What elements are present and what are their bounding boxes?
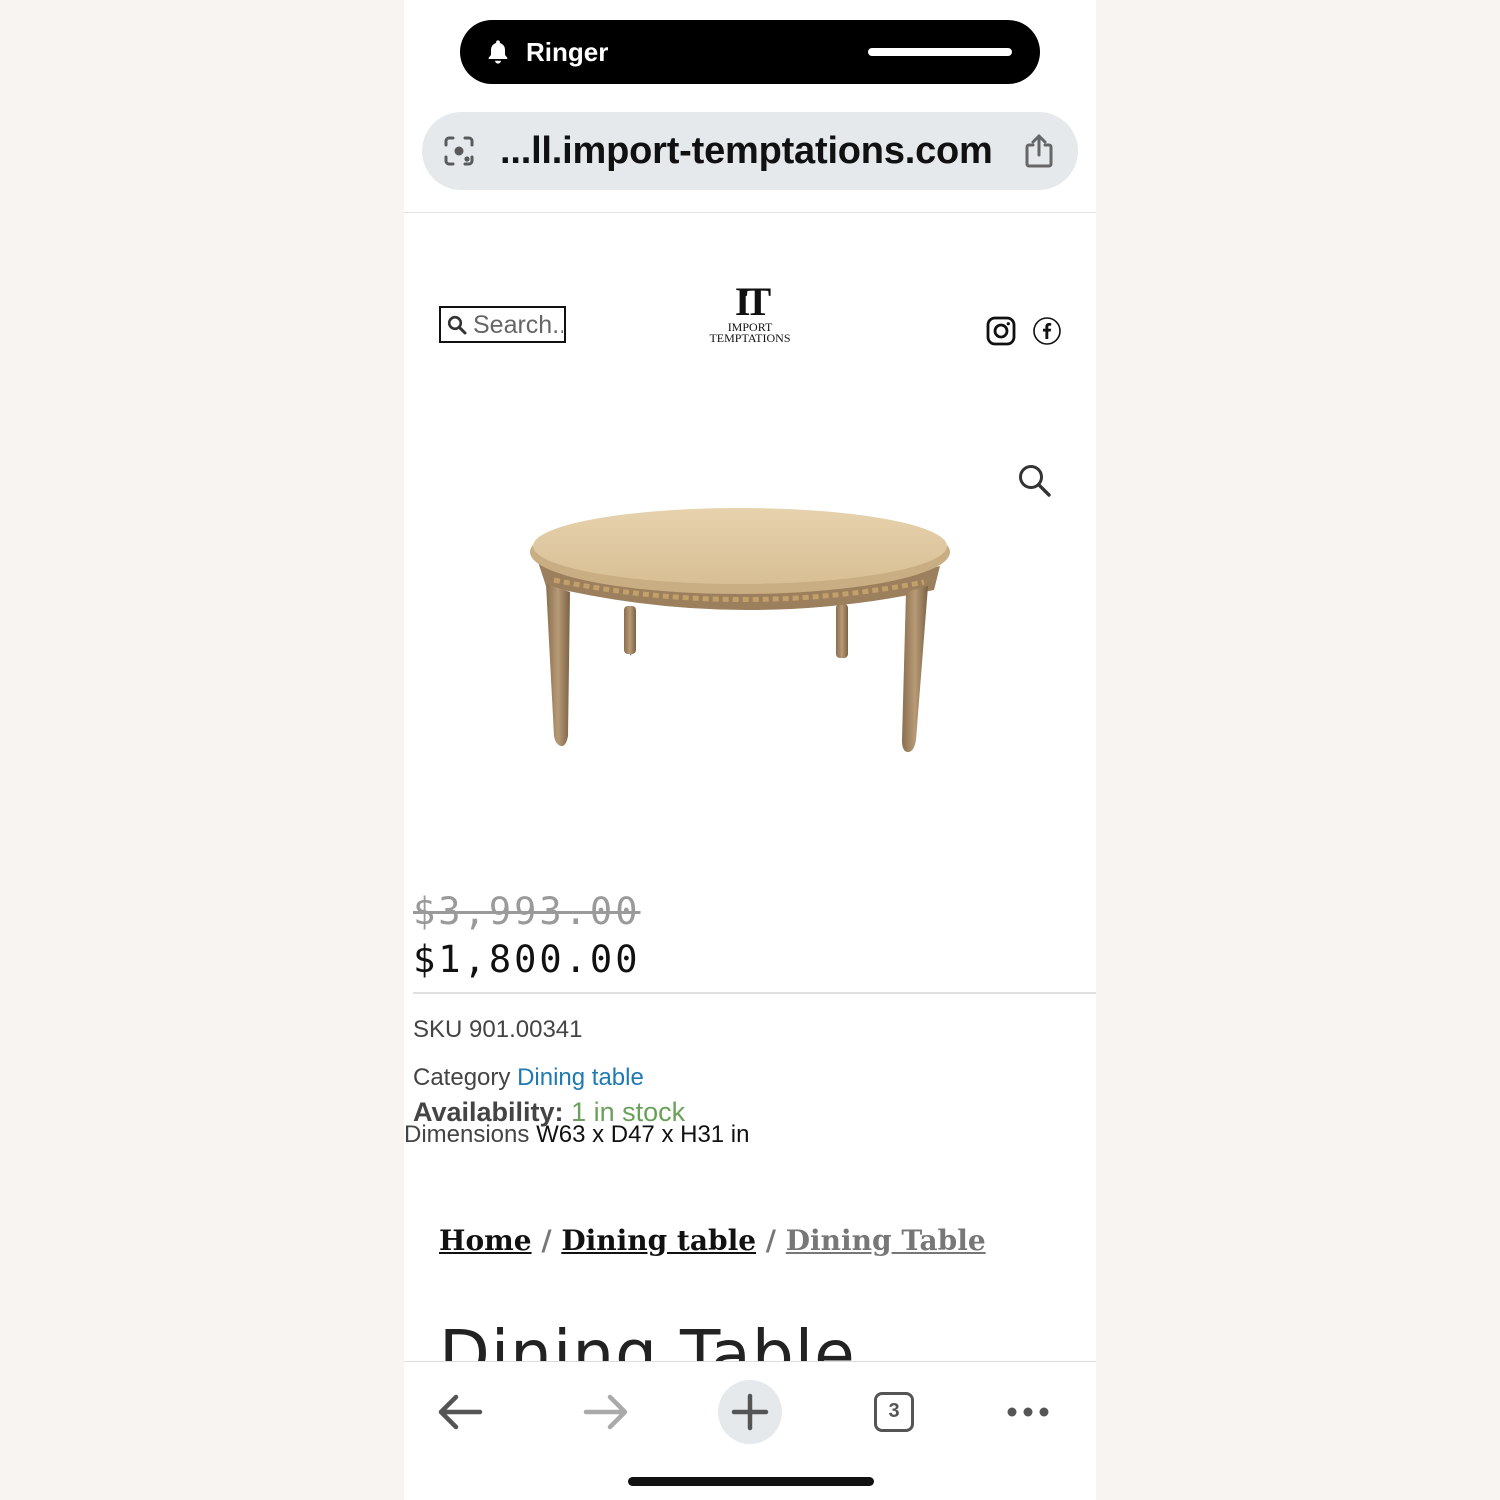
dimensions-label: Dimensions — [404, 1121, 530, 1148]
page-title: Dining Table — [439, 1316, 856, 1362]
category-link[interactable]: Dining table — [517, 1064, 644, 1091]
breadcrumb-current: Dining Table — [785, 1224, 986, 1257]
ringer-label: Ringer — [526, 37, 609, 67]
share-icon[interactable] — [1022, 132, 1056, 170]
sale-price: $1,800.00 — [413, 938, 641, 981]
instagram-icon[interactable] — [986, 316, 1016, 346]
search-input[interactable] — [473, 310, 563, 340]
tab-count: 3 — [874, 1392, 914, 1432]
site-logo[interactable]: IT IMPORT TEMPTATIONS — [700, 282, 800, 352]
breadcrumb-separator: / — [756, 1224, 786, 1257]
breadcrumb: Home / Dining table / Dining Table — [439, 1224, 986, 1257]
breadcrumb-home[interactable]: Home — [439, 1224, 532, 1257]
bell-icon — [488, 40, 508, 64]
sku-label: SKU — [413, 1016, 463, 1043]
site-search[interactable] — [439, 306, 566, 343]
new-tab-plus-icon[interactable] — [718, 1380, 782, 1444]
phone-screen: Ringer ...ll.import-temptations.com IT I… — [404, 0, 1096, 1500]
back-arrow-icon[interactable] — [428, 1380, 492, 1444]
product-image[interactable] — [524, 500, 954, 760]
browser-toolbar: 3 — [404, 1361, 1096, 1500]
breadcrumb-category[interactable]: Dining table — [561, 1224, 756, 1257]
ringer-volume-bar — [868, 48, 1012, 56]
address-bar[interactable]: ...ll.import-temptations.com — [422, 112, 1078, 190]
logo-line2: TEMPTATIONS — [709, 331, 791, 345]
lens-icon[interactable] — [442, 134, 476, 168]
divider — [404, 212, 1096, 213]
breadcrumb-separator: / — [531, 1224, 562, 1257]
logo-monogram: IT — [734, 279, 771, 324]
category-row: Category Dining table — [413, 1064, 644, 1092]
category-label: Category — [413, 1064, 511, 1091]
zoom-icon[interactable] — [1016, 462, 1054, 500]
original-price: $3,993.00 — [413, 890, 641, 933]
more-icon[interactable] — [996, 1380, 1060, 1444]
dimensions-value: W63 x D47 x H31 in — [536, 1121, 750, 1148]
ringer-notification: Ringer — [460, 20, 1040, 84]
page-title-container: Dining Table — [404, 1290, 1096, 1362]
url-text[interactable]: ...ll.import-temptations.com — [500, 130, 993, 173]
home-indicator[interactable] — [628, 1477, 874, 1486]
divider — [413, 992, 1096, 994]
sku-row: SKU 901.00341 — [413, 1016, 582, 1044]
forward-arrow-icon[interactable] — [574, 1380, 638, 1444]
dimensions-row: Dimensions W63 x D47 x H31 in — [404, 1121, 749, 1149]
sku-value: 901.00341 — [469, 1016, 583, 1043]
tabs-button[interactable]: 3 — [862, 1380, 926, 1444]
facebook-icon[interactable] — [1032, 316, 1062, 346]
search-icon — [447, 315, 467, 335]
